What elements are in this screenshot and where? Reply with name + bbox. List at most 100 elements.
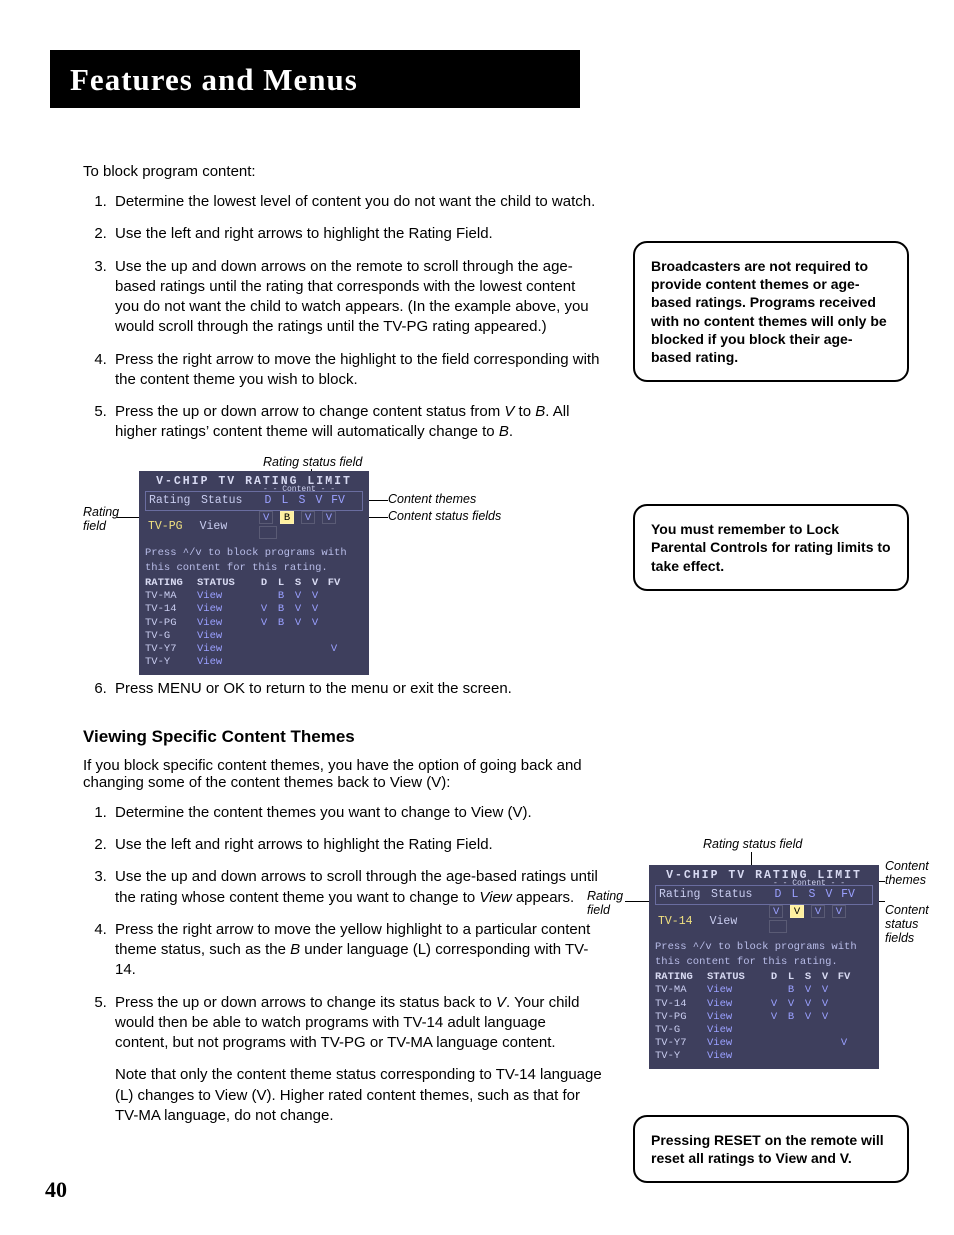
tv1-selected-row: TV-PG View V B V V xyxy=(145,511,363,544)
tv-body-row: TV-MAViewBVV xyxy=(655,984,873,997)
flag-cell: V xyxy=(257,603,271,616)
label-content-status-fields-1: Content status fields xyxy=(388,509,501,523)
tv2-selected-row: TV-14 View V V V V xyxy=(655,905,873,938)
tv-body-row: TV-Y7ViewV xyxy=(655,1037,873,1050)
row-flags xyxy=(257,656,343,669)
flag-cell xyxy=(767,1050,781,1063)
row-status: View xyxy=(707,1037,757,1050)
f: V xyxy=(259,511,273,524)
tv1-hdr-status: Status xyxy=(201,494,251,508)
tv2-hdr-rating: Rating xyxy=(659,888,711,902)
f: FV xyxy=(325,577,343,590)
f: V xyxy=(312,494,326,508)
tv2-body-hdr: RATING STATUS D L S V FV xyxy=(655,971,873,984)
step-b4-b: B xyxy=(290,941,300,958)
tv-body-row: TV-GView xyxy=(655,1024,873,1037)
flag-cell xyxy=(325,656,343,669)
side-note-2: You must remember to Lock Parental Contr… xyxy=(633,504,909,591)
flag-cell xyxy=(801,1024,815,1037)
intro-text: To block program content: xyxy=(83,163,603,180)
step-a5-v: V xyxy=(504,403,514,420)
row-flags: VVVV xyxy=(767,998,853,1011)
f: L xyxy=(278,494,292,508)
row-status: View xyxy=(197,630,247,643)
row-rating: TV-Y7 xyxy=(655,1037,707,1050)
tv1-top-status: View xyxy=(200,520,250,534)
subheading: Viewing Specific Content Themes xyxy=(83,727,603,747)
flag-cell xyxy=(835,1011,853,1024)
flag-cell xyxy=(274,630,288,643)
flag-cell: V xyxy=(818,984,832,997)
row-rating: TV-PG xyxy=(145,617,197,630)
flag-cell xyxy=(308,643,322,656)
f: V xyxy=(818,971,832,984)
step-b3: Use the up and down arrows to scroll thr… xyxy=(111,867,603,908)
label-rating-field-1a: Rating xyxy=(83,505,119,519)
label-rating-status-field: Rating status field xyxy=(263,455,362,469)
row-status: View xyxy=(197,656,247,669)
label-rating-field-2b: field xyxy=(587,903,610,917)
flag-cell xyxy=(325,590,343,603)
tv2-note1: Press ^/v to block programs with xyxy=(655,941,873,953)
tv1-body-hdr: RATING STATUS D L S V FV xyxy=(145,577,363,590)
flag-cell xyxy=(291,630,305,643)
row-status: View xyxy=(707,1024,757,1037)
flag-cell: V xyxy=(308,603,322,616)
flag-cell: V xyxy=(818,998,832,1011)
f: FV xyxy=(329,494,347,508)
row-rating: TV-14 xyxy=(655,998,707,1011)
row-rating: TV-G xyxy=(655,1024,707,1037)
content-mini-1: - - Content - - xyxy=(263,485,335,495)
tv-body-row: TV-PGViewVBVV xyxy=(655,1011,873,1024)
flag-cell xyxy=(274,643,288,656)
tv1-note2: this content for this rating. xyxy=(145,562,363,574)
f: L xyxy=(274,577,288,590)
h: STATUS xyxy=(197,577,247,590)
flag-cell: V xyxy=(325,643,343,656)
flag-cell xyxy=(767,1037,781,1050)
flag-cell xyxy=(784,1050,798,1063)
tv-screenshot-2: - - Content - - V-CHIP TV RATING LIMIT R… xyxy=(649,865,879,1070)
tv2-top-status: View xyxy=(710,915,760,929)
tv2-top-flags: V V V V xyxy=(769,905,870,938)
flag-cell: V xyxy=(801,1011,815,1024)
diagram-1: Rating status field Rating field Content… xyxy=(83,457,603,657)
flag-cell: V xyxy=(784,998,798,1011)
flag-cell xyxy=(784,1037,798,1050)
row-status: View xyxy=(197,603,247,616)
main-column: To block program content: Determine the … xyxy=(83,163,603,1211)
flag-cell xyxy=(835,1050,853,1063)
tv2-top-rating: TV-14 xyxy=(658,915,710,929)
tv-body-row: TV-Y7ViewV xyxy=(145,643,363,656)
row-flags xyxy=(767,1050,853,1063)
step-a5-end: . xyxy=(509,423,513,440)
flag-cell: V xyxy=(291,617,305,630)
flag-cell xyxy=(801,1050,815,1063)
f: V xyxy=(322,511,336,524)
label-content-themes-2b: themes xyxy=(885,873,926,887)
flag-cell xyxy=(767,1024,781,1037)
step-b4: Press the right arrow to move the yellow… xyxy=(111,920,603,981)
tv2-flag-head: D L S V FV xyxy=(771,888,857,902)
tv-body-row: TV-14ViewVBVV xyxy=(145,603,363,616)
side-column: Broadcasters are not required to provide… xyxy=(633,163,909,1211)
flag-cell xyxy=(274,656,288,669)
flag-cell: V xyxy=(767,1011,781,1024)
f: FV xyxy=(835,971,853,984)
f: D xyxy=(771,888,785,902)
flag-cell: V xyxy=(257,617,271,630)
flag-cell: B xyxy=(274,603,288,616)
f: S xyxy=(801,971,815,984)
subhead-intro: If you block specific content themes, yo… xyxy=(83,757,603,791)
row-status: View xyxy=(197,590,247,603)
step-b2: Use the left and right arrows to highlig… xyxy=(111,835,603,855)
row-flags: V xyxy=(257,643,343,656)
step-a2: Use the left and right arrows to highlig… xyxy=(111,224,603,244)
side-note-1: Broadcasters are not required to provide… xyxy=(633,241,909,382)
row-rating: TV-Y7 xyxy=(145,643,197,656)
flag-cell xyxy=(291,643,305,656)
row-status: View xyxy=(707,1011,757,1024)
tv2-note2: this content for this rating. xyxy=(655,956,873,968)
flag-cell xyxy=(818,1024,832,1037)
row-status: View xyxy=(707,998,757,1011)
